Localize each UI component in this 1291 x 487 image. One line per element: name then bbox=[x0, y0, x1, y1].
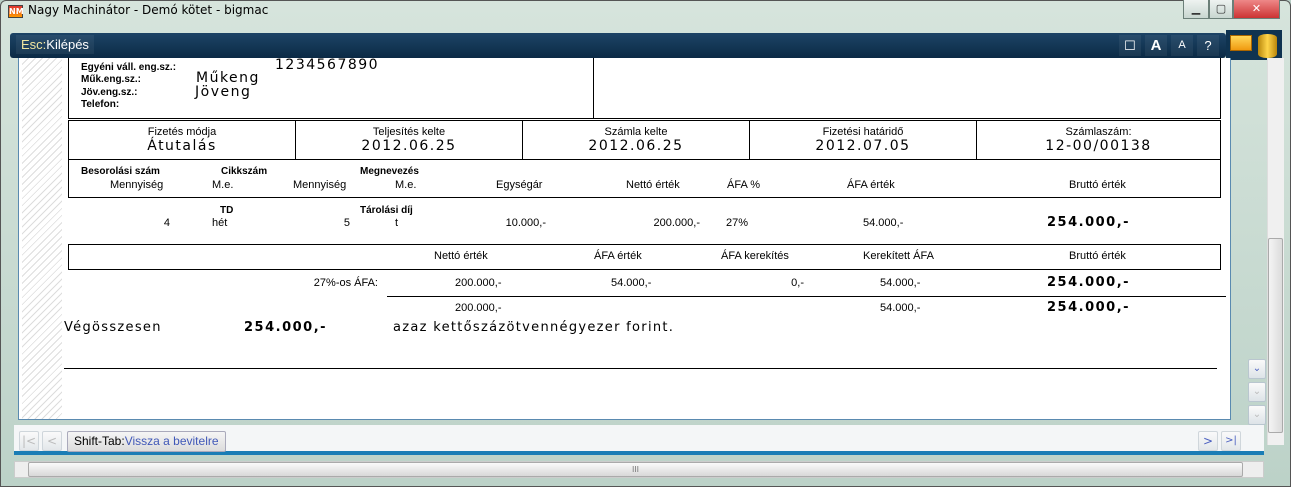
invoice-number: Számlaszám: 12-00/00138 bbox=[1045, 126, 1152, 154]
item-afa-pct: 27% bbox=[726, 217, 749, 229]
col-mennyiseg: Mennyiség bbox=[110, 179, 164, 191]
first-page-button[interactable]: |< bbox=[19, 431, 39, 451]
page-margin bbox=[22, 58, 62, 419]
item-egysegar: 10.000,- bbox=[505, 217, 546, 229]
col-me: M.e. bbox=[395, 179, 417, 191]
sum-divider bbox=[387, 296, 1226, 297]
fulfillment-date: Teljesítés kelte 2012.06.25 bbox=[296, 121, 523, 159]
seller-label: Jöv.eng.sz.: bbox=[81, 87, 138, 98]
col-netto: Nettó érték bbox=[626, 179, 680, 191]
sum-kerekites: 0,- bbox=[791, 277, 804, 289]
sum-col-netto: Nettó érték bbox=[434, 250, 488, 262]
sum-col-kerekites: ÁFA kerekítés bbox=[721, 250, 789, 262]
item-brutto: 254.000,- bbox=[1047, 215, 1131, 230]
back-label: Vissza a bevitelre bbox=[124, 434, 219, 448]
seller-label: Telefon: bbox=[81, 99, 120, 110]
app-icon: NM bbox=[8, 5, 24, 18]
sum-col-brutto: Bruttó érték bbox=[1069, 250, 1126, 262]
close-button[interactable]: ✕ bbox=[1233, 0, 1280, 19]
summary-header bbox=[68, 244, 1221, 270]
col-brutto: Bruttó érték bbox=[1069, 179, 1126, 191]
sum-col-afa: ÁFA érték bbox=[594, 250, 642, 262]
divider bbox=[593, 58, 594, 119]
item-me: t bbox=[395, 217, 399, 229]
exit-shortcut: Esc: bbox=[21, 37, 47, 52]
scroll-down-icon[interactable]: ⌄ bbox=[1248, 359, 1266, 379]
sum-brutto: 254.000,- bbox=[1047, 275, 1131, 290]
fullscreen-button[interactable]: ☐ bbox=[1119, 35, 1141, 56]
payment-method: Fizetés módja Átutalás bbox=[69, 121, 296, 159]
sum-netto: 200.000,- bbox=[455, 277, 502, 289]
total-brutto: 254.000,- bbox=[1047, 300, 1131, 315]
item-mennyiseg: 4 bbox=[163, 217, 170, 229]
back-to-input-button[interactable]: Shift-Tab:Vissza a bevitelre bbox=[67, 431, 226, 452]
sum-col-kerekitett: Kerekített ÁFA bbox=[863, 250, 934, 262]
sum-label: 27%-os ÁFA: bbox=[313, 277, 378, 289]
back-shortcut: Shift-Tab: bbox=[74, 434, 125, 448]
col-afa-ertek: ÁFA érték bbox=[847, 179, 895, 191]
seller-label: Műk.eng.sz.: bbox=[81, 74, 142, 85]
item-cikkszam: TD bbox=[220, 205, 234, 216]
item-megnevezes: Tárolási díj bbox=[360, 205, 413, 216]
invoice-date: Számla kelte 2012.06.25 bbox=[523, 121, 750, 159]
prev-page-button[interactable]: < bbox=[42, 431, 62, 451]
font-smaller-button[interactable]: A bbox=[1171, 35, 1193, 56]
item-netto: 200.000,- bbox=[653, 217, 700, 229]
scroll-end-icon[interactable]: ⌄ bbox=[1248, 405, 1266, 425]
help-button[interactable]: ? bbox=[1197, 35, 1219, 56]
seller-value: Jöveng bbox=[195, 84, 252, 100]
item-mennyiseg: 5 bbox=[343, 217, 350, 229]
due-date: Fizetési határidő 2012.07.05 bbox=[750, 121, 977, 159]
last-page-button[interactable]: >| bbox=[1221, 431, 1241, 451]
horizontal-scroll-thumb[interactable]: III bbox=[28, 462, 1243, 477]
item-me: hét bbox=[212, 217, 228, 229]
font-larger-button[interactable]: A bbox=[1145, 35, 1167, 56]
col-mennyiseg: Mennyiség bbox=[293, 179, 347, 191]
maximize-button[interactable]: ▢ bbox=[1209, 0, 1233, 19]
item-afa-ertek: 54.000,- bbox=[863, 217, 904, 229]
grand-total-label: Végösszesen bbox=[64, 320, 162, 335]
sum-afa: 54.000,- bbox=[611, 277, 652, 289]
database-icon[interactable] bbox=[1258, 34, 1277, 58]
grand-total-value: 254.000,- bbox=[244, 320, 328, 335]
page-down-icon[interactable]: ⌄ bbox=[1248, 382, 1266, 402]
bottom-rule bbox=[64, 368, 1217, 369]
exit-button[interactable]: Esc:Kilépés bbox=[16, 35, 94, 54]
sum-kerekitett: 54.000,- bbox=[880, 277, 921, 289]
monitor-icon[interactable] bbox=[1230, 35, 1252, 51]
seller-label: Egyéni váll. eng.sz.: bbox=[81, 62, 177, 73]
col-egysegar: Egységár bbox=[496, 179, 543, 191]
window-title: Nagy Machinátor - Demó kötet - bigmac bbox=[28, 3, 269, 17]
col-besorolasi: Besorolási szám bbox=[81, 166, 160, 177]
grand-total-words: azaz kettőszázötvennégyezer forint. bbox=[393, 320, 675, 335]
col-me: M.e. bbox=[212, 179, 234, 191]
payment-box: Fizetés módja Átutalás Teljesítés kelte 20… bbox=[68, 120, 1221, 160]
exit-label: Kilépés bbox=[46, 37, 89, 52]
toolbar bbox=[10, 33, 1226, 58]
col-cikkszam: Cikkszám bbox=[221, 166, 268, 177]
minimize-button[interactable]: ▁ bbox=[1183, 0, 1209, 19]
col-megnevezes: Megnevezés bbox=[360, 166, 419, 177]
total-netto: 200.000,- bbox=[455, 302, 502, 314]
vertical-scroll-thumb[interactable] bbox=[1268, 238, 1283, 433]
col-afa-pct: ÁFA % bbox=[727, 179, 761, 191]
seller-value: 1234567890 bbox=[275, 57, 380, 73]
total-kerekitett: 54.000,- bbox=[880, 302, 921, 314]
next-page-button[interactable]: > bbox=[1198, 431, 1218, 451]
